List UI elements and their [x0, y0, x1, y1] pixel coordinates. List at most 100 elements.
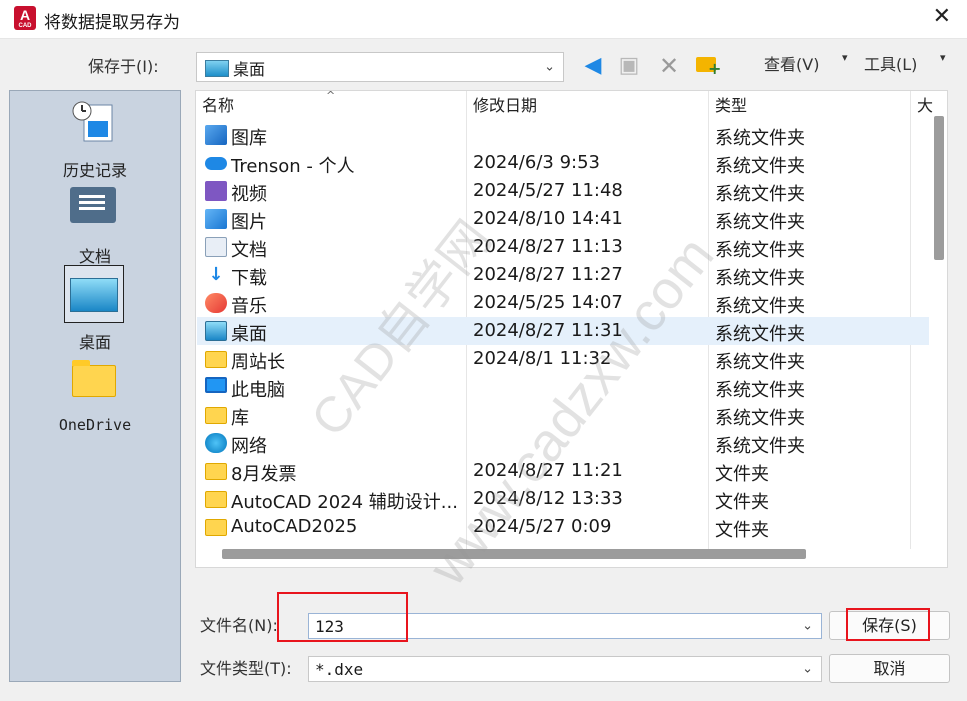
- file-name: AutoCAD 2024 辅助设计...: [231, 492, 458, 513]
- filetype-dropdown[interactable]: *.dxe ⌄: [308, 656, 822, 682]
- download-icon: ↓: [208, 264, 224, 285]
- horizontal-scrollbar-thumb[interactable]: [222, 549, 806, 559]
- up-folder-icon[interactable]: ▣: [614, 51, 644, 81]
- chevron-down-icon: ⌄: [802, 661, 813, 677]
- file-list[interactable]: 名称 ^ 修改日期 类型 大 图库 系统文件夹 Trenson - 个人 2024/6…: [195, 90, 948, 568]
- onedrive-folder-icon: [72, 360, 116, 397]
- file-type: 文件夹: [715, 492, 769, 513]
- file-date: 2024/8/27 11:13: [473, 236, 623, 257]
- folder-icon: [205, 519, 227, 536]
- place-history[interactable]: 历史记录: [10, 91, 180, 181]
- plus-icon: +: [708, 59, 722, 78]
- file-name: 库: [231, 408, 249, 429]
- file-type: 文件夹: [715, 520, 769, 541]
- file-type: 系统文件夹: [715, 240, 805, 261]
- file-type: 系统文件夹: [715, 128, 805, 149]
- file-type: 系统文件夹: [715, 408, 805, 429]
- file-row[interactable]: ↓ 下载 2024/8/27 11:27 系统文件夹: [197, 261, 929, 289]
- place-label: 历史记录: [62, 161, 127, 180]
- documents-icon: [70, 187, 116, 223]
- cancel-button[interactable]: 取消: [829, 654, 950, 683]
- autocad-app-icon: A CAD: [14, 6, 36, 30]
- file-date: 2024/6/3 9:53: [473, 152, 600, 173]
- tools-menu-button[interactable]: 工具(L): [864, 51, 917, 75]
- file-type: 系统文件夹: [715, 184, 805, 205]
- file-row[interactable]: 文档 2024/8/27 11:13 系统文件夹: [197, 233, 929, 261]
- file-name: 视频: [231, 184, 267, 205]
- file-row[interactable]: Trenson - 个人 2024/6/3 9:53 系统文件夹: [197, 149, 929, 177]
- file-row[interactable]: 库 系统文件夹: [197, 401, 929, 429]
- file-row[interactable]: 此电脑 系统文件夹: [197, 373, 929, 401]
- file-name: 下载: [231, 268, 267, 289]
- view-menu-button[interactable]: 查看(V): [764, 51, 819, 75]
- file-type: 系统文件夹: [715, 324, 805, 345]
- place-label: 桌面: [78, 333, 111, 352]
- chevron-down-icon[interactable]: ⌄: [802, 619, 813, 634]
- title-bar: A CAD 将数据提取另存为 ✕: [0, 0, 967, 39]
- file-row[interactable]: 图片 2024/8/10 14:41 系统文件夹: [197, 205, 929, 233]
- file-date: 2024/8/27 11:27: [473, 264, 623, 285]
- column-header-date[interactable]: 修改日期: [473, 91, 537, 121]
- file-name: 文档: [231, 240, 267, 261]
- new-folder-icon[interactable]: +: [692, 51, 722, 81]
- file-name: Trenson - 个人: [231, 156, 355, 177]
- document-icon: [205, 237, 227, 257]
- save-button[interactable]: 保存(S): [829, 611, 950, 640]
- filename-label: 文件名(N):: [200, 616, 278, 635]
- view-menu-arrow-icon[interactable]: ▾: [842, 51, 848, 64]
- file-row[interactable]: 音乐 2024/5/25 14:07 系统文件夹: [197, 289, 929, 317]
- file-type: 系统文件夹: [715, 268, 805, 289]
- cloud-icon: [205, 157, 227, 170]
- column-header-name[interactable]: 名称: [202, 91, 234, 121]
- back-arrow-icon[interactable]: ◀: [578, 51, 608, 81]
- pictures-icon: [205, 209, 227, 229]
- network-icon: [205, 433, 227, 453]
- filename-value: 123: [315, 617, 344, 636]
- filetype-label: 文件类型(T):: [200, 659, 292, 678]
- file-row[interactable]: 周站长 2024/8/1 11:32 系统文件夹: [197, 345, 929, 373]
- file-row[interactable]: 网络 系统文件夹: [197, 429, 929, 457]
- file-date: 2024/5/25 14:07: [473, 292, 623, 313]
- file-date: 2024/5/27 0:09: [473, 516, 612, 537]
- file-name: 桌面: [231, 324, 267, 345]
- file-date: 2024/8/27 11:31: [473, 320, 623, 341]
- file-date: 2024/8/27 11:21: [473, 460, 623, 481]
- computer-icon: [205, 377, 227, 393]
- filename-input[interactable]: 123 ⌄: [308, 613, 822, 639]
- file-name: 8月发票: [231, 464, 297, 485]
- file-name: 音乐: [231, 296, 267, 317]
- sort-ascending-icon: ^: [326, 90, 336, 102]
- file-name: AutoCAD2025: [231, 516, 358, 537]
- desktop-selection: [64, 265, 124, 323]
- file-date: 2024/5/27 11:48: [473, 180, 623, 201]
- file-type: 系统文件夹: [715, 380, 805, 401]
- chevron-down-icon: ⌄: [544, 59, 555, 75]
- column-header-type[interactable]: 类型: [715, 91, 747, 121]
- folder-icon: [205, 491, 227, 508]
- window-title: 将数据提取另存为: [44, 13, 180, 33]
- save-in-value: 桌面: [233, 60, 266, 79]
- file-date: 2024/8/10 14:41: [473, 208, 623, 229]
- file-type: 系统文件夹: [715, 436, 805, 457]
- place-label: OneDrive: [58, 416, 132, 434]
- delete-icon[interactable]: ✕: [654, 51, 684, 81]
- folder-icon: [205, 351, 227, 368]
- save-in-dropdown[interactable]: 桌面 ⌄: [196, 52, 564, 82]
- file-date: 2024/8/1 11:32: [473, 348, 612, 369]
- file-type: 系统文件夹: [715, 156, 805, 177]
- tools-menu-arrow-icon[interactable]: ▾: [940, 51, 946, 64]
- file-name: 图片: [231, 212, 267, 233]
- file-row[interactable]: 8月发票 2024/8/27 11:21 文件夹: [197, 457, 929, 485]
- close-icon[interactable]: ✕: [933, 4, 951, 29]
- file-name: 周站长: [231, 352, 285, 373]
- file-row[interactable]: 桌面 2024/8/27 11:31 系统文件夹: [197, 317, 929, 345]
- file-row[interactable]: 图库 系统文件夹: [197, 121, 929, 149]
- file-date: 2024/8/12 13:33: [473, 488, 623, 509]
- vertical-scrollbar-thumb[interactable]: [934, 116, 944, 260]
- file-name: 此电脑: [231, 380, 285, 401]
- file-row[interactable]: AutoCAD2025 2024/5/27 0:09 文件夹: [197, 513, 929, 541]
- file-row[interactable]: AutoCAD 2024 辅助设计... 2024/8/12 13:33 文件夹: [197, 485, 929, 513]
- column-header-size[interactable]: 大: [917, 91, 933, 121]
- file-type: 系统文件夹: [715, 296, 805, 317]
- file-row[interactable]: 视频 2024/5/27 11:48 系统文件夹: [197, 177, 929, 205]
